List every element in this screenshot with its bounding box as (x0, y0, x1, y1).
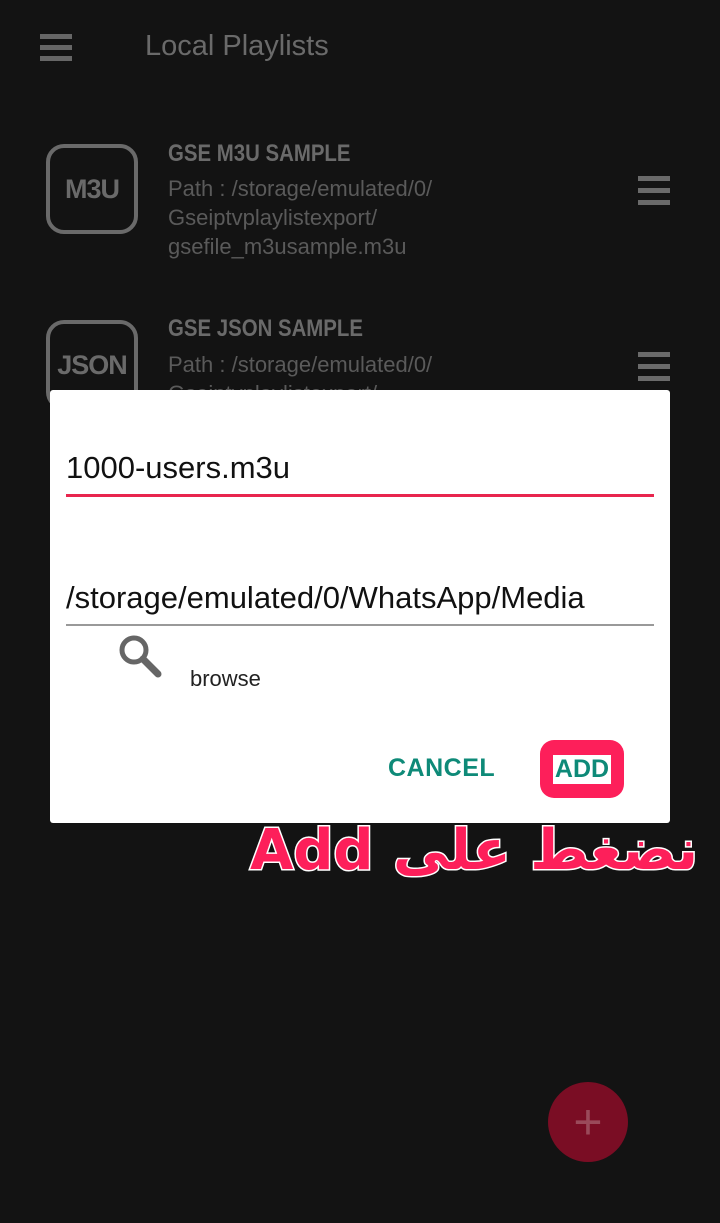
playlist-name-input[interactable]: 1000-users.m3u (66, 450, 654, 497)
page-title: Local Playlists (145, 30, 329, 62)
add-playlist-fab[interactable]: + (548, 1082, 628, 1162)
playlist-name: GSE M3U SAMPLE (168, 140, 351, 167)
add-playlist-dialog: 1000-users.m3u /storage/emulated/0/Whats… (50, 390, 670, 823)
cancel-button[interactable]: CANCEL (388, 754, 495, 783)
search-icon[interactable] (116, 630, 166, 680)
instruction-caption: نضغط على Add (248, 817, 699, 885)
drag-handle-icon[interactable] (638, 176, 670, 212)
m3u-logo-icon: M3U (46, 144, 138, 234)
add-button-label: ADD (552, 754, 612, 784)
drag-handle-icon[interactable] (638, 352, 670, 388)
add-button[interactable]: ADD (540, 740, 624, 798)
playlist-path: Path : /storage/emulated/0/ Gseiptvplayl… (168, 176, 433, 259)
browse-button[interactable]: browse (190, 666, 261, 692)
playlist-name: GSE JSON SAMPLE (168, 315, 363, 342)
plus-icon: + (573, 1094, 603, 1150)
hamburger-menu-icon[interactable] (40, 34, 72, 62)
playlist-path-input[interactable]: /storage/emulated/0/WhatsApp/Media (66, 580, 654, 626)
